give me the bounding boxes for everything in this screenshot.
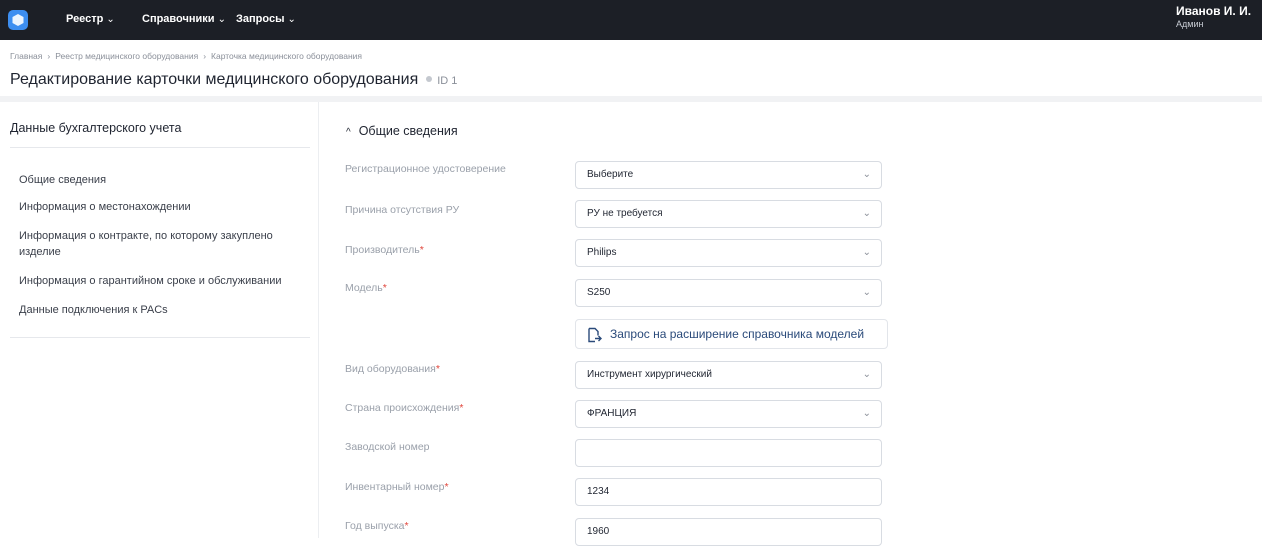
status-dot	[426, 76, 433, 82]
section-title: Общие сведения	[358, 124, 458, 138]
chevron-down-icon: ⌄	[106, 14, 115, 25]
year-input[interactable]: 1960	[575, 518, 882, 546]
breadcrumb-home[interactable]: Главная	[10, 51, 42, 61]
chevron-down-icon: ⌄	[217, 14, 226, 25]
field-label-model: Модель*	[345, 282, 387, 294]
nav-menu-registry[interactable]: Реестр ⌄	[66, 13, 115, 25]
required-mark: *	[459, 402, 464, 414]
select-value: Philips	[587, 247, 617, 258]
field-label-country: Страна происхождения*	[345, 402, 463, 414]
select-value: Инструмент хирургический	[587, 369, 712, 380]
section-general-info-toggle[interactable]: ^ Общие сведения	[346, 124, 458, 138]
field-label-equipment-type: Вид оборудования*	[345, 363, 440, 375]
select-value: РУ не требуется	[587, 208, 663, 219]
page-title: Редактирование карточки медицинского обо…	[10, 71, 457, 89]
inventory-number-input[interactable]: 1234	[575, 478, 882, 506]
chevron-down-icon: ⌄	[862, 287, 871, 298]
input-value: 1234	[587, 486, 610, 497]
required-mark: *	[444, 481, 449, 493]
field-label-text: Производитель	[345, 244, 420, 256]
user-name: Иванов И. И.	[1176, 4, 1252, 18]
field-label-registration-certificate: Регистрационное удостоверение	[345, 163, 506, 175]
chevron-down-icon: ⌄	[862, 169, 871, 180]
field-label-text: Причина отсутствия РУ	[345, 204, 460, 216]
document-export-icon	[588, 327, 602, 343]
nav-menu-directories[interactable]: Справочники ⌄	[142, 13, 226, 25]
field-label-text: Вид оборудования	[345, 363, 436, 375]
user-role: Админ	[1176, 19, 1204, 29]
field-label-text: Заводской номер	[345, 441, 430, 453]
field-label-manufacturer: Производитель*	[345, 244, 424, 256]
field-label-text: Модель	[345, 282, 383, 294]
select-value: ФРАНЦИЯ	[587, 408, 637, 419]
hexagon-logo-icon[interactable]	[8, 10, 28, 30]
breadcrumb-registry[interactable]: Реестр медицинского оборудования	[55, 51, 198, 61]
model-directory-request-label: Запрос на расширение справочника моделей	[610, 327, 865, 341]
breadcrumb: Главная › Реестр медицинского оборудования…	[10, 51, 362, 61]
breadcrumb-separator: ›	[47, 51, 51, 61]
input-value: 1960	[587, 526, 610, 537]
field-label-inventory-number: Инвентарный номер*	[345, 481, 449, 493]
nav-menu-registry-label: Реестр	[66, 13, 104, 25]
field-label-text: Год выпуска	[345, 520, 405, 532]
no-ru-reason-select[interactable]: РУ не требуется ⌄	[575, 200, 882, 228]
equipment-type-select[interactable]: Инструмент хирургический ⌄	[575, 361, 882, 389]
sidebar-item-general-info[interactable]: Общие сведения	[19, 172, 309, 188]
nav-menu-requests[interactable]: Запросы ⌄	[236, 13, 296, 25]
breadcrumb-card: Карточка медицинского оборудования	[211, 51, 363, 61]
sidebar-item-contract[interactable]: Информация о контракте, по которому заку…	[19, 228, 309, 260]
sidebar-item-location[interactable]: Информация о местонахождении	[19, 199, 309, 215]
field-label-year: Год выпуска*	[345, 520, 409, 532]
header-divider	[0, 96, 1262, 102]
country-select[interactable]: ФРАНЦИЯ ⌄	[575, 400, 882, 428]
sidebar-item-pacs[interactable]: Данные подключения к PACs	[19, 302, 309, 318]
model-select[interactable]: S250 ⌄	[575, 279, 882, 307]
breadcrumb-separator: ›	[203, 51, 207, 61]
select-value: S250	[587, 287, 611, 298]
user-profile[interactable]: Иванов И. И. Админ	[1176, 4, 1258, 29]
required-mark: *	[419, 244, 424, 256]
sidebar-item-warranty[interactable]: Информация о гарантийном сроке и обслужи…	[19, 273, 309, 289]
nav-menu-requests-label: Запросы	[236, 13, 285, 25]
sidebar-divider	[10, 147, 310, 148]
select-value: Выберите	[587, 169, 634, 180]
top-navigation-bar: Реестр ⌄ Справочники ⌄ Запросы ⌄ Иванов И. …	[0, 0, 1262, 40]
nav-menu-directories-label: Справочники	[142, 13, 215, 25]
required-mark: *	[382, 282, 387, 294]
record-id: ID 1	[437, 75, 458, 87]
sidebar-title: Данные бухгалтерского учета	[10, 121, 182, 135]
model-directory-request-button[interactable]: Запрос на расширение справочника моделей	[575, 319, 888, 349]
panel-divider	[318, 102, 319, 538]
page-title-text: Редактирование карточки медицинского обо…	[10, 71, 419, 88]
chevron-down-icon: ⌄	[862, 208, 871, 219]
chevron-down-icon: ⌄	[862, 408, 871, 419]
field-label-text: Регистрационное удостоверение	[345, 163, 506, 175]
chevron-down-icon: ⌄	[862, 247, 871, 258]
registration-certificate-select[interactable]: Выберите ⌄	[575, 161, 882, 189]
serial-number-input[interactable]	[575, 439, 882, 467]
field-label-text: Страна происхождения	[345, 402, 460, 414]
chevron-down-icon: ⌄	[287, 14, 296, 25]
required-mark: *	[435, 363, 440, 375]
field-label-text: Инвентарный номер	[345, 481, 445, 493]
field-label-no-ru-reason: Причина отсутствия РУ	[345, 204, 459, 216]
field-label-serial-number: Заводской номер	[345, 441, 430, 453]
chevron-up-icon: ^	[346, 127, 351, 138]
sidebar-divider	[10, 337, 310, 338]
chevron-down-icon: ⌄	[862, 369, 871, 380]
manufacturer-select[interactable]: Philips ⌄	[575, 239, 882, 267]
required-mark: *	[404, 520, 409, 532]
